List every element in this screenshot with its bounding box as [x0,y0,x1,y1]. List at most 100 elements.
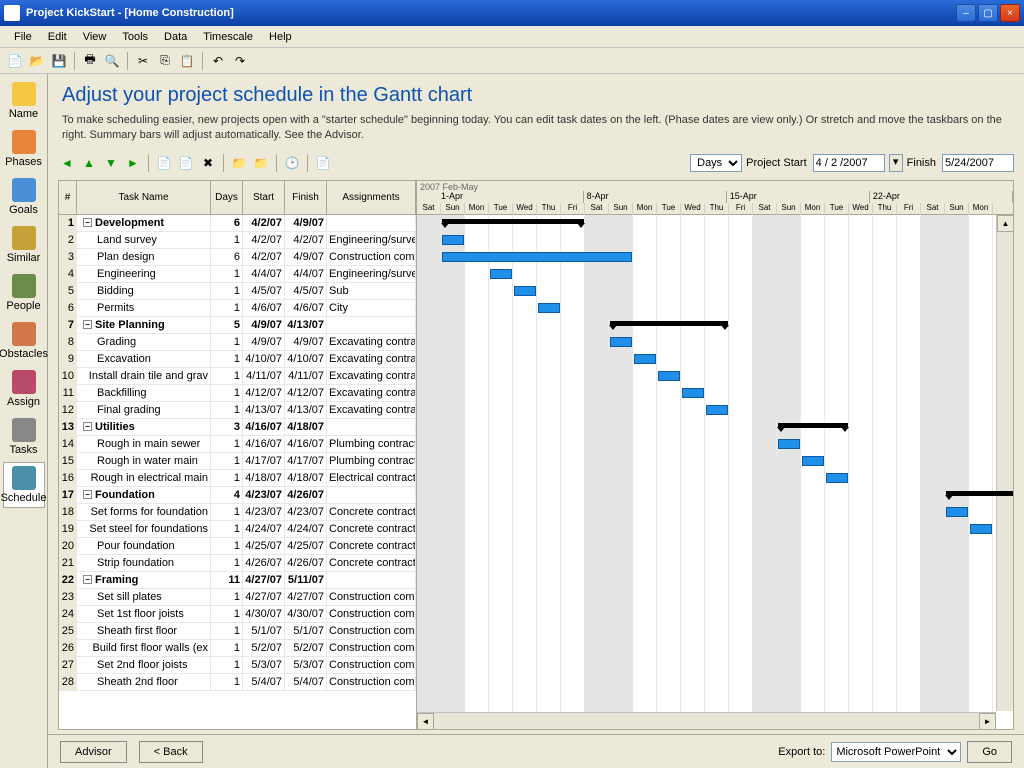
preview-icon[interactable]: 🔍 [103,52,121,70]
advisor-button[interactable]: Advisor [60,741,127,763]
task-row[interactable]: 26Build first floor walls (ex15/2/075/2/… [59,640,416,657]
cell-start[interactable]: 4/24/07 [243,521,285,537]
new-icon[interactable]: 📄 [6,52,24,70]
task-bar[interactable] [442,252,632,262]
cell-days[interactable]: 6 [211,249,243,265]
cell-name[interactable]: Plan design [77,249,211,265]
task-row[interactable]: 25Sheath first floor15/1/075/1/07Constru… [59,623,416,640]
phase-bar[interactable] [778,423,848,428]
col-start[interactable]: Start [243,181,285,214]
cell-finish[interactable]: 4/18/07 [285,419,327,435]
task-row[interactable]: 14Rough in main sewer14/16/074/16/07Plum… [59,436,416,453]
menu-data[interactable]: Data [156,29,195,45]
task-row[interactable]: 20Pour foundation14/25/074/25/07Concrete… [59,538,416,555]
collapse-icon[interactable]: − [83,218,92,227]
col-num[interactable]: # [59,181,77,214]
cell-name[interactable]: Sheath first floor [77,623,211,639]
cell-days[interactable]: 4 [211,487,243,503]
task-row[interactable]: 10Install drain tile and grav14/11/074/1… [59,368,416,385]
cell-days[interactable]: 1 [211,402,243,418]
cell-days[interactable]: 3 [211,419,243,435]
task-row[interactable]: 16Rough in electrical main14/18/074/18/0… [59,470,416,487]
cell-assign[interactable]: Excavating contractor [327,334,416,350]
task-row[interactable]: 13−Utilities34/16/074/18/07 [59,419,416,436]
cell-start[interactable]: 4/5/07 [243,283,285,299]
cell-start[interactable]: 5/3/07 [243,657,285,673]
col-name[interactable]: Task Name [77,181,211,214]
task-row[interactable]: 18Set forms for foundation14/23/074/23/0… [59,504,416,521]
cell-finish[interactable]: 4/6/07 [285,300,327,316]
cell-start[interactable]: 4/27/07 [243,589,285,605]
cell-start[interactable]: 4/9/07 [243,334,285,350]
collapse-icon[interactable]: − [83,575,92,584]
cell-days[interactable]: 1 [211,674,243,690]
cell-assign[interactable] [327,572,416,588]
undo-icon[interactable]: ↶ [209,52,227,70]
cell-days[interactable]: 1 [211,538,243,554]
cell-start[interactable]: 4/18/07 [243,470,285,486]
save-icon[interactable]: 💾 [50,52,68,70]
cell-name[interactable]: −Site Planning [77,317,211,333]
cell-days[interactable]: 1 [211,623,243,639]
cell-start[interactable]: 4/10/07 [243,351,285,367]
cell-finish[interactable]: 4/13/07 [285,402,327,418]
cell-finish[interactable]: 4/11/07 [285,368,327,384]
cell-finish[interactable]: 4/17/07 [285,453,327,469]
cell-days[interactable]: 1 [211,283,243,299]
doc3-icon[interactable]: 📄 [314,154,332,172]
task-row[interactable]: 3Plan design64/2/074/9/07Construction co… [59,249,416,266]
cell-assign[interactable]: Engineering/surveyors [327,232,416,248]
menu-file[interactable]: File [6,29,40,45]
cell-name[interactable]: Strip foundation [77,555,211,571]
cell-start[interactable]: 4/12/07 [243,385,285,401]
cell-days[interactable]: 11 [211,572,243,588]
cell-start[interactable]: 4/4/07 [243,266,285,282]
sidebar-item-obstacles[interactable]: Obstacles [3,318,45,364]
copy-icon[interactable]: ⎘ [156,52,174,70]
folder2-icon[interactable]: 📁 [252,154,270,172]
doc-icon[interactable]: 📄 [155,154,173,172]
cell-days[interactable]: 1 [211,232,243,248]
task-bar[interactable] [946,507,968,517]
cell-finish[interactable]: 4/26/07 [285,555,327,571]
cell-days[interactable]: 6 [211,215,243,231]
delete-icon[interactable]: ✖ [199,154,217,172]
cell-finish[interactable]: 4/9/07 [285,334,327,350]
col-days[interactable]: Days [211,181,243,214]
menu-tools[interactable]: Tools [114,29,156,45]
scroll-left-icon[interactable]: ◄ [417,713,434,729]
cell-assign[interactable]: Construction company [327,674,416,690]
export-select[interactable]: Microsoft PowerPoint [831,742,961,762]
menu-help[interactable]: Help [261,29,300,45]
cell-start[interactable]: 4/2/07 [243,249,285,265]
cell-days[interactable]: 1 [211,504,243,520]
units-select[interactable]: Days [690,154,742,172]
menu-view[interactable]: View [75,29,115,45]
cell-assign[interactable]: Engineering/surveyors [327,266,416,282]
cell-start[interactable]: 4/26/07 [243,555,285,571]
cell-assign[interactable]: Construction company [327,606,416,622]
cell-name[interactable]: Rough in main sewer [77,436,211,452]
cell-name[interactable]: Rough in water main [77,453,211,469]
task-bar[interactable] [634,354,656,364]
cell-finish[interactable]: 4/18/07 [285,470,327,486]
task-bar[interactable] [442,235,464,245]
cell-finish[interactable]: 4/26/07 [285,487,327,503]
cell-assign[interactable]: Construction company [327,640,416,656]
folder-icon[interactable]: 📁 [230,154,248,172]
task-row[interactable]: 4Engineering14/4/074/4/07Engineering/sur… [59,266,416,283]
cell-name[interactable]: Backfilling [77,385,211,401]
arrow-right-icon[interactable]: ► [124,154,142,172]
cell-days[interactable]: 1 [211,453,243,469]
cell-assign[interactable]: Concrete contractor [327,555,416,571]
cell-start[interactable]: 4/2/07 [243,232,285,248]
collapse-icon[interactable]: − [83,320,92,329]
cell-assign[interactable] [327,487,416,503]
cell-name[interactable]: −Utilities [77,419,211,435]
sidebar-item-phases[interactable]: Phases [3,126,45,172]
cell-start[interactable]: 4/23/07 [243,487,285,503]
sidebar-item-tasks[interactable]: Tasks [3,414,45,460]
cell-name[interactable]: Final grading [77,402,211,418]
task-bar[interactable] [970,524,992,534]
arrow-left-icon[interactable]: ◄ [58,154,76,172]
